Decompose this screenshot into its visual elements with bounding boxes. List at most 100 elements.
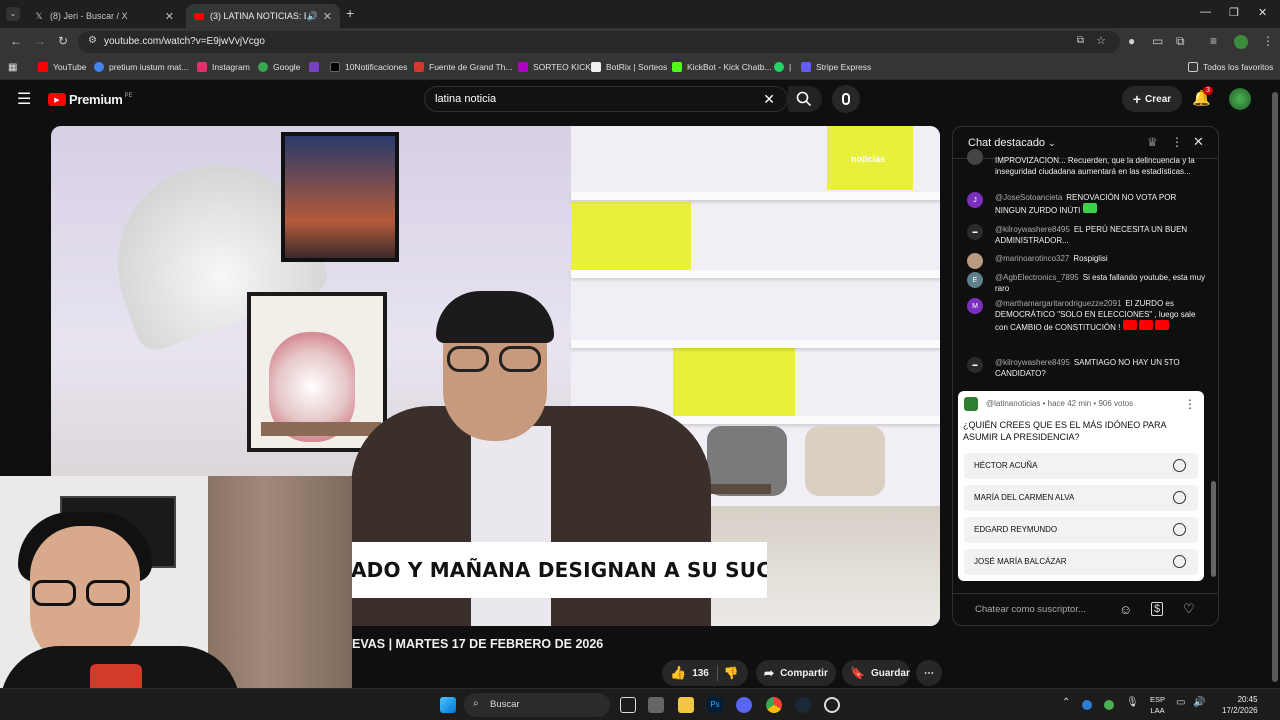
search-input[interactable]: latina noticia ✕ xyxy=(424,86,788,112)
apps-grid-icon[interactable]: ▦ xyxy=(8,62,17,73)
clear-search-icon[interactable]: ✕ xyxy=(763,91,775,108)
tab-strip: ⌄ 𝕏 (8) Jeri - Buscar / X ✕ (3) LATINA N… xyxy=(0,0,1280,28)
bookmark-sorteo-kick[interactable]: SORTEO KICK xyxy=(518,62,591,72)
super-chat-icon[interactable]: $ xyxy=(1151,602,1164,616)
poll-option[interactable]: HÉCTOR ACUÑA xyxy=(964,453,1198,479)
share-button[interactable]: ➦ Compartir xyxy=(756,660,836,686)
radio-button[interactable] xyxy=(1173,491,1186,504)
windows-start-icon[interactable] xyxy=(440,697,456,713)
audio-playing-icon[interactable]: 🔊 xyxy=(307,11,318,22)
taskbar-search[interactable]: ⌕ Buscar xyxy=(464,693,610,717)
radio-button[interactable] xyxy=(1173,555,1186,568)
x-logo-icon: 𝕏 xyxy=(35,10,43,21)
notifications-button[interactable]: 🔔 3 xyxy=(1192,86,1213,109)
extension-icon[interactable]: ▭ xyxy=(1152,34,1163,48)
live-chat-panel: Chat destacado ⌄ ♕ ⋮ ✕ IMPROVIZACION... … xyxy=(952,126,1219,626)
search-button[interactable] xyxy=(788,86,822,112)
site-info-icon[interactable]: ⚙ xyxy=(88,35,97,46)
photoshop-icon[interactable]: Ps xyxy=(707,697,723,713)
bookmark-unnamed[interactable] xyxy=(309,62,324,72)
voice-search-button[interactable] xyxy=(832,85,860,113)
emoji-icon[interactable]: ☺ xyxy=(1119,602,1132,617)
reading-list-icon[interactable]: ≡ xyxy=(1210,34,1217,48)
obs-icon[interactable] xyxy=(824,697,840,713)
tab-latina-noticias[interactable]: (3) LATINA NOTICIAS: BUEN 🔊 ✕ xyxy=(186,4,340,28)
reload-icon[interactable]: ↻ xyxy=(58,34,68,48)
bookmark-10notificaciones[interactable]: 10Notificaciones xyxy=(330,62,407,72)
volume-icon[interactable]: 🔊 xyxy=(1193,697,1205,708)
address-bar[interactable]: ⚙ youtube.com/watch?v=E9jwVvjVcgo ⧉ ☆ xyxy=(78,31,1120,53)
chat-menu-icon[interactable]: ⋮ xyxy=(1171,135,1183,149)
instagram-icon xyxy=(197,62,207,72)
bookmark-youtube[interactable]: YouTube xyxy=(38,62,86,72)
network-icon[interactable]: ▭ xyxy=(1176,697,1185,708)
more-actions-button[interactable]: ⋯ xyxy=(916,660,942,686)
chat-mode-dropdown[interactable]: Chat destacado ⌄ xyxy=(968,137,1056,149)
language-indicator[interactable]: ESP LAA xyxy=(1150,694,1165,716)
bookmark-google[interactable]: Google xyxy=(258,62,300,72)
system-clock[interactable]: 20:45 17/2/2026 xyxy=(1222,694,1258,716)
heart-icon[interactable]: ♡ xyxy=(1183,601,1195,617)
radio-button[interactable] xyxy=(1173,523,1186,536)
tray-chevron-icon[interactable]: ⌃ xyxy=(1062,697,1070,708)
bookmarks-bar: ▦ YouTube pretium iustum mat... Instagra… xyxy=(0,56,1280,80)
bookmark-grand-theft[interactable]: Fuente de Grand Th... xyxy=(414,62,512,72)
close-chat-icon[interactable]: ✕ xyxy=(1193,134,1204,150)
extension-icon[interactable]: ● xyxy=(1128,34,1135,48)
close-window-icon[interactable]: ✕ xyxy=(1258,6,1267,19)
bookmark-instagram[interactable]: Instagram xyxy=(197,62,250,72)
microphone-tray-icon[interactable]: 🎙 xyxy=(1126,697,1139,708)
tab-search-button[interactable]: ⌄ xyxy=(6,7,20,21)
tab-close-icon[interactable]: ✕ xyxy=(323,10,332,23)
tray-icon[interactable] xyxy=(1082,700,1092,710)
restore-icon[interactable]: ❐ xyxy=(1229,6,1239,19)
studio-desk xyxy=(261,422,381,436)
like-button[interactable]: 👍 136 xyxy=(662,665,709,681)
extensions-puzzle-icon[interactable]: ⧉ xyxy=(1176,34,1185,49)
create-button[interactable]: + Crear xyxy=(1122,86,1182,112)
menu-kebab-icon[interactable]: ⋮ xyxy=(1262,34,1274,48)
all-favorites[interactable]: Todos los favoritos xyxy=(1188,62,1273,72)
poll-menu-icon[interactable]: ⋮ xyxy=(1184,397,1196,411)
bookmark-star-icon[interactable]: ☆ xyxy=(1096,34,1106,47)
dislike-button[interactable]: 👎 xyxy=(724,666,739,680)
app-icon[interactable] xyxy=(648,697,664,713)
account-avatar[interactable] xyxy=(1229,88,1251,110)
save-button[interactable]: 🔖 Guardar xyxy=(842,660,910,686)
chat-scroll-thumb[interactable] xyxy=(1211,481,1216,577)
new-tab-button[interactable]: + xyxy=(346,5,354,21)
user-avatar: E xyxy=(967,272,983,288)
plus-icon: + xyxy=(1132,91,1142,107)
poll-option[interactable]: EDGARD REYMUNDO xyxy=(964,517,1198,543)
file-explorer-icon[interactable] xyxy=(678,697,694,713)
back-icon[interactable]: ← xyxy=(10,34,22,48)
poll-option[interactable]: JOSÉ MARÍA BALCÁZAR xyxy=(964,549,1198,575)
steam-icon[interactable] xyxy=(795,697,811,713)
puzzle-icon xyxy=(309,62,319,72)
tab-close-icon[interactable]: ✕ xyxy=(165,10,174,23)
profile-avatar[interactable] xyxy=(1234,35,1248,49)
tray-icon[interactable] xyxy=(1104,700,1114,710)
minimize-icon[interactable]: — xyxy=(1200,6,1211,18)
chat-scrollbar[interactable] xyxy=(1211,161,1217,585)
radio-button[interactable] xyxy=(1173,459,1186,472)
chrome-icon[interactable] xyxy=(766,697,782,713)
page-scroll-thumb[interactable] xyxy=(1272,92,1278,682)
cast-icon[interactable]: ⧉ xyxy=(1077,35,1084,46)
youtube-emoji xyxy=(1138,320,1153,330)
forward-icon[interactable]: → xyxy=(34,34,46,48)
poll-option[interactable]: MARÍA DEL CARMEN ALVA xyxy=(964,485,1198,511)
page-scrollbar[interactable] xyxy=(1270,80,1280,688)
hamburger-menu-icon[interactable]: ☰ xyxy=(17,89,31,109)
bookmark-whatsapp[interactable]: | xyxy=(774,62,791,72)
task-view-icon[interactable] xyxy=(620,697,636,713)
bookmark-botrix[interactable]: BotRix | Sorteos xyxy=(591,62,667,72)
chat-input[interactable]: Chatear como suscriptor... xyxy=(975,604,1115,618)
youtube-premium-logo[interactable]: ▶ Premium PE xyxy=(48,92,133,107)
bookmark-kickbot[interactable]: KickBot - Kick Chatb... xyxy=(672,62,772,72)
tab-x-search[interactable]: 𝕏 (8) Jeri - Buscar / X ✕ xyxy=(26,4,182,28)
bookmark-stripe[interactable]: Stripe Express xyxy=(801,62,871,72)
crown-icon[interactable]: ♕ xyxy=(1147,135,1158,149)
discord-icon[interactable] xyxy=(736,697,752,713)
bookmark-pretium[interactable]: pretium iustum mat... xyxy=(94,62,188,72)
